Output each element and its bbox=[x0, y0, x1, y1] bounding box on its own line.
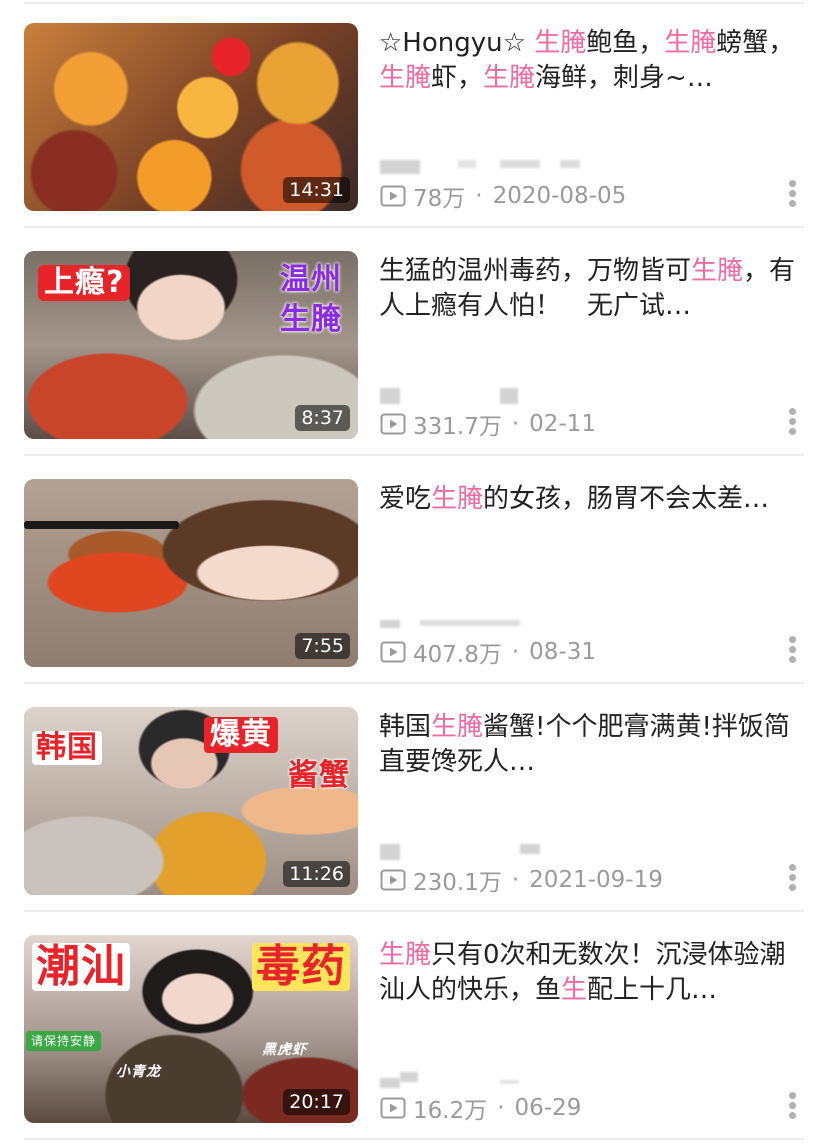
video-stats: 16.2万 · 06-29 bbox=[380, 1094, 582, 1124]
video-item[interactable]: 韩国 爆黄 酱蟹 11:26 韩国生腌酱蟹!个个肥膏满黄!拌饭简直要馋死人… 2… bbox=[0, 684, 828, 912]
vertical-dots-icon bbox=[788, 864, 796, 871]
thumbnail-caption: 韩国 bbox=[32, 731, 102, 765]
dot-separator: · bbox=[497, 1095, 505, 1121]
author-name-blurred bbox=[380, 844, 600, 860]
title-segment: 螃蟹， bbox=[716, 28, 795, 58]
vertical-dots-icon bbox=[788, 408, 796, 415]
thumbnail-caption: 上瘾? bbox=[38, 265, 131, 301]
play-square-icon bbox=[380, 641, 406, 663]
more-options-button[interactable] bbox=[784, 178, 800, 214]
title-segment: 的女孩，肠胃不会太差… bbox=[483, 484, 770, 514]
title-highlight: 生腌 bbox=[379, 940, 432, 970]
view-count: 78万 bbox=[413, 186, 466, 212]
video-item[interactable]: 潮汕 毒药 请保持安静 小青龙 黑虎虾 20:17 生腌只有0次和无数次！沉浸体… bbox=[0, 912, 828, 1140]
thumbnail-caption: 毒药 bbox=[252, 943, 350, 991]
video-item[interactable]: 7:55 爱吃生腌的女孩，肠胃不会太差… 407.8万 · 08-31 bbox=[0, 456, 828, 684]
thumbnail-caption: 生腌 bbox=[280, 302, 342, 337]
thumbnail-caption: 潮汕 bbox=[32, 943, 130, 991]
author-name-blurred bbox=[380, 388, 600, 404]
title-segment: 生猛的温州毒药，万物皆可 bbox=[379, 256, 692, 286]
dot-separator: · bbox=[511, 639, 520, 665]
title-segment: 虾， bbox=[431, 63, 484, 93]
play-square-icon bbox=[380, 1097, 406, 1119]
title-highlight: 生腌 bbox=[664, 28, 717, 58]
title-highlight: 生腌 bbox=[431, 712, 484, 742]
video-stats: 230.1万 · 2021-09-19 bbox=[380, 866, 663, 896]
thumbnail-caption: 温州 bbox=[280, 262, 342, 297]
title-segment: 爱吃 bbox=[379, 484, 432, 514]
vertical-dots-icon bbox=[788, 180, 796, 187]
chopsticks bbox=[24, 521, 179, 529]
more-options-button[interactable] bbox=[784, 634, 800, 670]
video-stats: 331.7万 · 02-11 bbox=[380, 410, 597, 440]
video-thumbnail[interactable]: 14:31 bbox=[24, 23, 358, 211]
video-duration: 20:17 bbox=[283, 1089, 350, 1115]
dot-separator: · bbox=[511, 867, 520, 893]
video-thumbnail[interactable]: 7:55 bbox=[24, 479, 358, 667]
video-title[interactable]: 爱吃生腌的女孩，肠胃不会太差… bbox=[379, 482, 804, 517]
video-duration: 11:26 bbox=[283, 861, 350, 887]
vertical-dots-icon bbox=[788, 636, 796, 643]
title-highlight: 生腌 bbox=[431, 484, 484, 514]
video-item[interactable]: 14:31 ☆Hongyu☆ 生腌鲍鱼，生腌螃蟹，生腌虾，生腌海鲜，刺身~… 7… bbox=[0, 0, 828, 228]
title-highlight: 生腌 bbox=[379, 63, 432, 93]
more-options-button[interactable] bbox=[784, 862, 800, 898]
thumbnail-caption: 黑虎虾 bbox=[262, 1042, 307, 1058]
play-square-icon bbox=[380, 869, 406, 891]
upload-date: 08-31 bbox=[529, 639, 597, 665]
video-title[interactable]: 生腌只有0次和无数次！沉浸体验潮汕人的快乐，鱼生配上十几… bbox=[379, 938, 804, 1008]
video-title[interactable]: 韩国生腌酱蟹!个个肥膏满黄!拌饭简直要馋死人… bbox=[379, 710, 804, 780]
view-count: 407.8万 bbox=[413, 642, 502, 668]
thumbnail-caption: 爆黄 bbox=[204, 717, 278, 753]
title-segment: ☆Hongyu☆ bbox=[379, 28, 535, 58]
title-highlight: 生腌 bbox=[483, 63, 536, 93]
title-highlight: 生腌 bbox=[691, 256, 744, 286]
video-list: 14:31 ☆Hongyu☆ 生腌鲍鱼，生腌螃蟹，生腌虾，生腌海鲜，刺身~… 7… bbox=[0, 0, 828, 1147]
video-duration: 8:37 bbox=[295, 405, 350, 431]
view-count: 331.7万 bbox=[413, 414, 502, 440]
video-item[interactable]: 上瘾? 温州 生腌 8:37 生猛的温州毒药，万物皆可生腌，有人上瘾有人怕！ 无… bbox=[0, 228, 828, 456]
thumbnail-caption: 酱蟹 bbox=[288, 758, 350, 793]
thumbnail-caption: 请保持安静 bbox=[26, 1031, 102, 1051]
upload-date: 02-11 bbox=[529, 411, 597, 437]
upload-date: 2020-08-05 bbox=[492, 183, 627, 209]
item-divider bbox=[24, 1138, 804, 1140]
upload-date: 2021-09-19 bbox=[529, 867, 663, 893]
video-thumbnail[interactable]: 韩国 爆黄 酱蟹 11:26 bbox=[24, 707, 358, 895]
video-title[interactable]: ☆Hongyu☆ 生腌鲍鱼，生腌螃蟹，生腌虾，生腌海鲜，刺身~… bbox=[379, 26, 804, 96]
video-stats: 407.8万 · 08-31 bbox=[380, 638, 597, 668]
title-highlight: 生 bbox=[561, 975, 588, 1005]
thumbnail-caption: 小青龙 bbox=[116, 1064, 161, 1080]
video-thumbnail[interactable]: 潮汕 毒药 请保持安静 小青龙 黑虎虾 20:17 bbox=[24, 935, 358, 1123]
video-duration: 7:55 bbox=[295, 633, 350, 659]
play-square-icon bbox=[380, 413, 406, 435]
dot-separator: · bbox=[511, 411, 520, 437]
title-segment: 海鲜，刺身~… bbox=[535, 63, 713, 93]
more-options-button[interactable] bbox=[784, 1090, 800, 1126]
dot-separator: · bbox=[475, 183, 483, 209]
video-thumbnail[interactable]: 上瘾? 温州 生腌 8:37 bbox=[24, 251, 358, 439]
title-segment: 韩国 bbox=[379, 712, 432, 742]
play-square-icon bbox=[380, 185, 406, 207]
video-stats: 78万 · 2020-08-05 bbox=[380, 182, 627, 212]
view-count: 16.2万 bbox=[413, 1098, 488, 1124]
title-highlight: 生腌 bbox=[534, 28, 587, 58]
video-title[interactable]: 生猛的温州毒药，万物皆可生腌，有人上瘾有人怕！ 无广试… bbox=[379, 254, 804, 324]
author-name-blurred bbox=[380, 160, 600, 176]
view-count: 230.1万 bbox=[413, 870, 502, 896]
title-segment: 鲍鱼， bbox=[586, 28, 665, 58]
more-options-button[interactable] bbox=[784, 406, 800, 442]
upload-date: 06-29 bbox=[514, 1095, 582, 1121]
title-segment: 配上十几… bbox=[587, 975, 718, 1005]
author-name-blurred bbox=[380, 1072, 600, 1088]
video-duration: 14:31 bbox=[283, 177, 350, 203]
author-name-blurred bbox=[380, 616, 600, 632]
vertical-dots-icon bbox=[788, 1092, 796, 1099]
